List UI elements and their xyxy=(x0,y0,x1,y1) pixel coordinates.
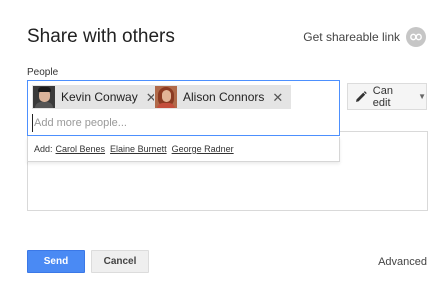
get-shareable-link-button[interactable]: Get shareable link xyxy=(303,27,426,47)
add-people-input[interactable] xyxy=(32,114,322,132)
share-dialog: Share with others Get shareable link Peo… xyxy=(0,0,442,290)
recipient-name: Kevin Conway xyxy=(61,90,138,104)
permission-label: Can edit xyxy=(372,84,393,109)
suggestion-link[interactable]: Elaine Burnett xyxy=(110,144,167,154)
link-icon xyxy=(406,27,426,47)
chevron-down-icon: ▼ xyxy=(418,92,426,101)
remove-recipient-icon[interactable]: ✕ xyxy=(272,91,283,104)
suggestion-link[interactable]: Carol Benes xyxy=(56,144,106,154)
shareable-link-label: Get shareable link xyxy=(303,30,400,44)
people-label: People xyxy=(27,67,59,78)
suggestions-bar: Add: Carol Benes Elaine Burnett George R… xyxy=(27,137,340,162)
dialog-title: Share with others xyxy=(27,26,175,47)
recipient-chip: Alison Connors ✕ xyxy=(154,85,292,109)
cancel-button[interactable]: Cancel xyxy=(91,250,149,273)
recipient-name: Alison Connors xyxy=(183,90,265,104)
avatar xyxy=(33,86,55,108)
people-input-box[interactable]: Kevin Conway ✕ Alison Connors ✕ xyxy=(27,80,340,136)
pencil-icon xyxy=(355,90,367,102)
suggestion-link[interactable]: George Radner xyxy=(172,144,234,154)
suggestions-label: Add: xyxy=(34,144,53,154)
advanced-link[interactable]: Advanced xyxy=(378,256,427,268)
avatar xyxy=(155,86,177,108)
recipient-chip: Kevin Conway ✕ xyxy=(32,85,165,109)
permission-dropdown[interactable]: Can edit ▼ xyxy=(347,83,427,110)
send-button[interactable]: Send xyxy=(27,250,85,273)
